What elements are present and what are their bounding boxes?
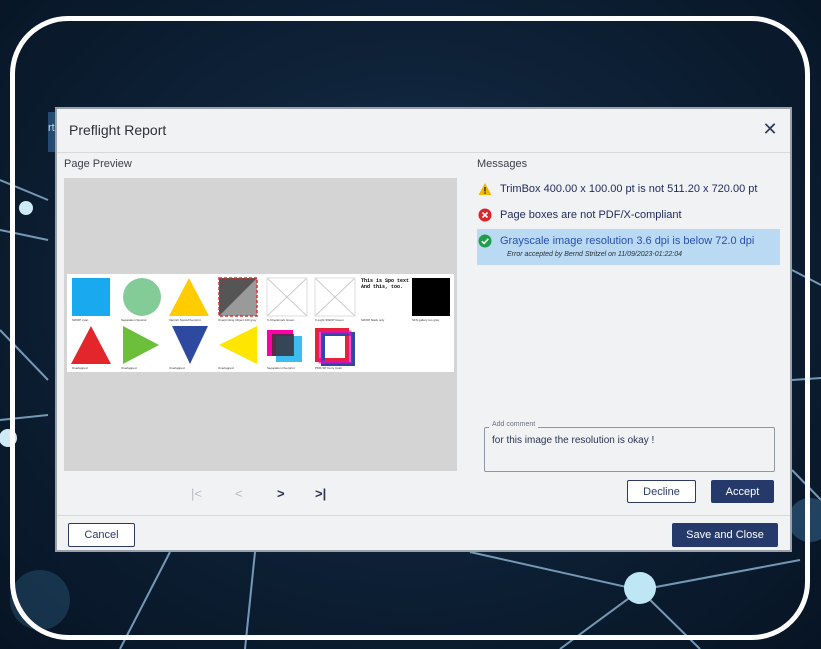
messages-label: Messages [477, 158, 528, 170]
warning-icon [478, 183, 492, 195]
preview-caption: PMS SP Conv Color [315, 366, 343, 370]
error-icon [478, 208, 492, 222]
preflight-report-dialog: Preflight Report ✕ Page Preview Messages [55, 107, 792, 552]
preview-caption: SWOP cyan [72, 318, 89, 322]
preview-caption: X-Checkmark Green [267, 318, 295, 322]
preview-caption: Separation Overprint [267, 366, 295, 370]
message-text: Page boxes are not PDF/X-compliant [500, 209, 682, 221]
preview-caption: Varnish Spots/Overprint [169, 318, 201, 322]
decline-button[interactable]: Decline [627, 480, 696, 503]
page-preview-label: Page Preview [64, 158, 132, 170]
preview-page: This is Spo text And this, too. SWOP cya… [67, 274, 454, 372]
comment-field[interactable] [484, 427, 775, 472]
first-page-button[interactable]: |< [191, 487, 202, 501]
preview-caption: Overlapped [169, 366, 185, 370]
save-and-close-button[interactable]: Save and Close [672, 523, 778, 547]
preview-caption: X-Light SWOP Green [315, 318, 344, 322]
preview-caption: Overprinting Object 100 gray [218, 318, 257, 322]
close-icon[interactable]: ✕ [761, 120, 779, 138]
preview-caption: Separation Spotcol [121, 318, 147, 322]
footer-divider [57, 515, 790, 516]
preview-caption: Overlapped [121, 366, 137, 370]
message-text: Grayscale image resolution 3.6 dpi is be… [500, 235, 755, 247]
comment-value[interactable]: for this image the resolution is okay ! [492, 435, 654, 446]
accepted-note: Error accepted by Bernd Stritzel on 11/0… [507, 251, 682, 258]
preview-text-block: This is Spo text And this, too. [361, 278, 410, 290]
preview-caption: Overlapped [72, 366, 88, 370]
preview-caption: SWOP black only [361, 318, 385, 322]
preview-caption: Overlapped [218, 366, 234, 370]
dialog-title-bar: Preflight Report ✕ [57, 109, 790, 153]
preview-caption: SFS gallery too gray [412, 318, 440, 322]
message-item-accepted[interactable]: Grayscale image resolution 3.6 dpi is be… [478, 234, 754, 248]
accept-button[interactable]: Accept [711, 480, 774, 503]
message-item-error[interactable]: Page boxes are not PDF/X-compliant [478, 208, 682, 222]
previous-page-button[interactable]: < [235, 487, 243, 501]
check-icon [478, 234, 492, 248]
message-item-warning[interactable]: TrimBox 400.00 x 100.00 pt is not 511.20… [478, 182, 757, 196]
last-page-button[interactable]: >| [315, 487, 326, 501]
next-page-button[interactable]: > [277, 487, 285, 501]
background-window-label: rt [48, 122, 55, 134]
dialog-title: Preflight Report [69, 122, 167, 138]
cancel-button[interactable]: Cancel [68, 523, 135, 547]
message-text: TrimBox 400.00 x 100.00 pt is not 511.20… [500, 183, 758, 195]
page-preview: This is Spo text And this, too. SWOP cya… [64, 178, 457, 471]
comment-label: Add comment [489, 421, 539, 428]
